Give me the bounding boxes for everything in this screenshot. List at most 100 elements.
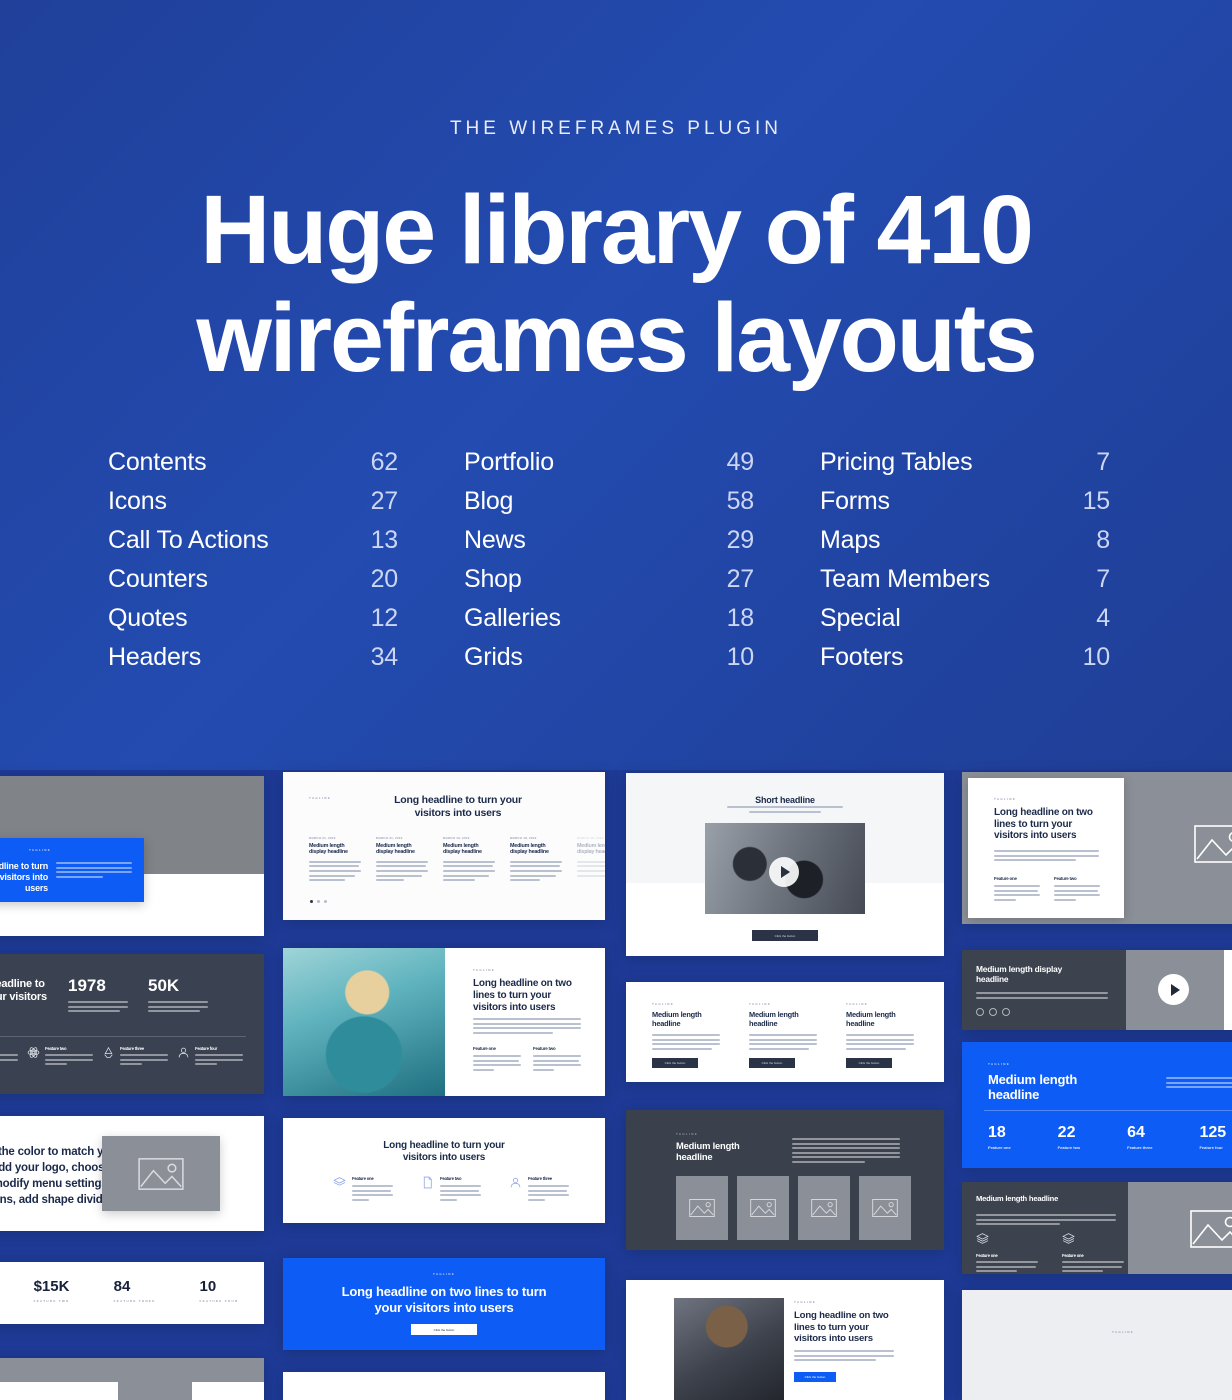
stat-label: Shop [464,565,522,593]
image-placeholder-icon [1194,825,1232,868]
list-item[interactable]: March 18, 2019 Medium length display hea… [510,836,562,884]
feature-title: Feature two [440,1176,462,1181]
tagline: TAGLINE [676,1132,699,1136]
cta-button[interactable]: Click the button [752,930,818,941]
stat-value: 7 [1096,565,1110,593]
wireframe-card-video[interactable]: Short headline Click the button [626,773,944,956]
counter-item: 22 Feature two [1058,1124,1080,1150]
stat-row: Footers 10 [820,643,1124,682]
card-title: Medium length headline [749,1010,799,1028]
cta-button[interactable]: Click the button [846,1057,892,1068]
wireframe-card-bottom-strip[interactable]: TAGLINE [962,1290,1232,1400]
wireframe-headline: Long headline to turn your visitors [0,978,47,1003]
image-placeholder-icon[interactable] [737,1176,789,1240]
quote-author: Name & Position [0,1208,1,1212]
user-icon [510,1177,521,1188]
counter-item: 125 Feature four [1199,1124,1226,1150]
cta-button[interactable]: Click the button [749,1057,795,1068]
wireframe-card-blue-counter[interactable]: TAGLINE Medium length headline 18 Featur… [962,1042,1232,1168]
stat-label: News [464,526,526,554]
wireframe-showcase: TAGLINE Long headline to turn your visit… [0,770,1232,1400]
wireframe-card-quote[interactable]: Change the color to match your brand or … [0,1116,264,1231]
feature-item: Feature three [102,1046,168,1068]
wireframe-card-white-counter[interactable]: 34K Feature one $15K Feature two 84 Feat… [0,1262,264,1324]
headline-line-1: Huge library of 410 [200,175,1034,284]
pagination-dots[interactable] [310,900,327,903]
wireframe-headline: Long headline to turn your visitors into… [394,794,522,819]
wireframe-headline: Long headline on two lines to turn your … [473,978,572,1013]
wireframe-headline: Long headline on two lines to turn your … [994,807,1093,841]
item-title: Medium length display headline [376,843,415,856]
list-item[interactable]: March 21, 2019 Medium length display hea… [376,836,428,884]
feature-title: Feature one [352,1176,374,1181]
wireframe-card-dark-gallery[interactable]: TAGLINE Medium length headline [626,1110,944,1250]
photo [674,1298,784,1400]
stat-label: Galleries [464,604,561,632]
stat-value: 18 [726,604,755,632]
wireframe-card-photo-split[interactable]: TAGLINE Long headline on two lines to tu… [283,948,605,1096]
wireframe-card-blog-list[interactable]: TAGLINE Long headline to turn your visit… [283,772,605,920]
image-placeholder-icon[interactable] [798,1176,850,1240]
wireframe-card-dark-features[interactable]: Medium length headline Feature one Featu… [962,1182,1232,1274]
social-icons[interactable] [976,1008,1010,1016]
wireframe-card-three-features[interactable]: Long headline to turn your visitors into… [283,1118,605,1223]
list-item[interactable]: March 21, 2019 Medium length display hea… [309,836,361,884]
wireframe-card-bottom-left[interactable] [0,1358,264,1400]
stat-row: News 29 [464,526,768,565]
item-date: March 21, 2019 [309,836,336,840]
stat-label: Special [820,604,901,632]
stat-value: 10 [1082,643,1111,671]
wireframe-headline: Long headline to turn your visitors into… [383,1140,505,1163]
cta-button[interactable]: Click the button [794,1372,836,1382]
video-thumbnail[interactable] [705,823,865,914]
card-item[interactable]: TAGLINE Medium length headline Click the… [846,1002,914,1068]
image-placeholder-icon[interactable] [676,1176,728,1240]
wireframe-card-three-cards[interactable]: TAGLINE Medium length headline Click the… [626,982,944,1082]
stat-value: 20 [370,565,399,593]
feature-title: Feature two [1054,876,1077,881]
stat-value: 8 [1096,526,1110,554]
wireframe-card-blue-cta[interactable]: TAGLINE Long headline on two lines to tu… [283,1258,605,1350]
layers-icon [333,1177,346,1186]
stat-row: Portfolio 49 [464,448,768,487]
list-item[interactable]: March 16, 2019 Medium length display hea… [577,836,605,884]
wireframe-card-dark-counter[interactable]: Long headline to turn your visitors 1978… [0,954,264,1094]
stat-label: Counters [108,565,208,593]
feature-title: Feature four [195,1046,218,1051]
tagline: TAGLINE [473,968,496,972]
stat-value: 4 [1096,604,1110,632]
counter-item: $15K Feature two [34,1278,70,1303]
play-icon[interactable] [769,857,799,887]
stat-label: Quotes [108,604,188,632]
play-icon[interactable] [1158,974,1189,1005]
card-item[interactable]: TAGLINE Medium length headline Click the… [652,1002,720,1068]
counter-label: Feature three [1127,1145,1153,1150]
card-item[interactable]: TAGLINE Medium length headline Click the… [749,1002,817,1068]
stat-row: Team Members 7 [820,565,1124,604]
wireframe-card-hero-overlay[interactable]: TAGLINE Long headline to turn your visit… [0,776,264,936]
stat-label: Grids [464,643,523,671]
list-item[interactable]: March 19, 2019 Medium length display hea… [443,836,495,884]
tagline: TAGLINE [988,1062,1011,1066]
cta-button[interactable]: Click the button [411,1324,477,1335]
feature-item: Feature two [533,1046,581,1073]
wireframe-card-bottom-center[interactable] [283,1372,605,1400]
item-date: March 18, 2019 [510,836,537,840]
hero-inner: THE WIREFRAMES PLUGIN Huge library of 41… [0,0,1232,386]
recycle-icon [104,1046,113,1058]
image-placeholder-icon[interactable] [859,1176,911,1240]
tagline: TAGLINE [794,1300,817,1304]
feature-title: Feature one [473,1046,496,1051]
wireframe-card-photo-cta[interactable]: TAGLINE Long headline on two lines to tu… [626,1280,944,1400]
tagline: TAGLINE [309,796,332,800]
counter-label: Feature two [1057,1145,1081,1150]
layers-icon [1062,1233,1075,1244]
item-date: March 21, 2019 [376,836,403,840]
counter-item: 10 Feature four [200,1278,239,1303]
cta-button[interactable]: Click the button [652,1057,698,1068]
counter-value: 10 [199,1278,217,1295]
wireframe-card-dark-video[interactable]: Medium length display headline S [962,950,1232,1030]
stat-value: 12 [370,604,399,632]
feature-title: Feature one [976,1253,998,1258]
wireframe-card-split-feature[interactable]: TAGLINE Long headline on two lines to tu… [962,772,1232,924]
